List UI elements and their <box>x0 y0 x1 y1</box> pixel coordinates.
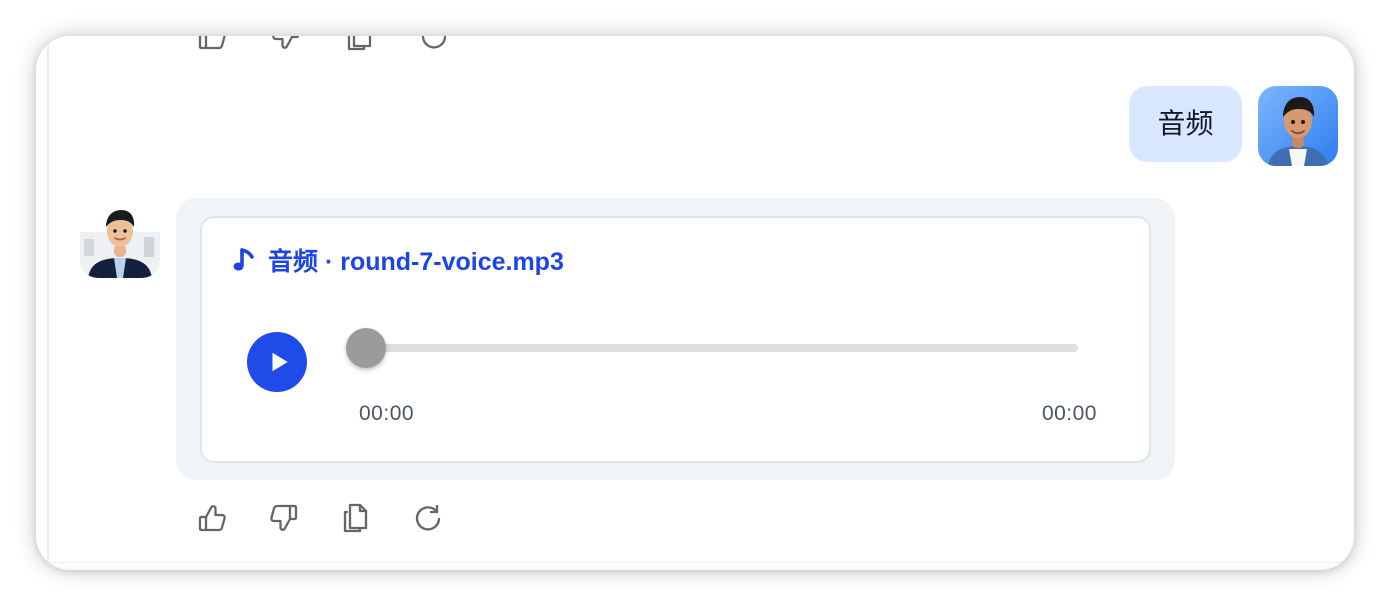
audio-file-name: 音频 · round-7-voice.mp3 <box>268 248 564 276</box>
copy-icon <box>343 503 368 533</box>
play-icon <box>272 352 288 372</box>
play-button[interactable] <box>247 332 307 392</box>
audio-title: 音频 · round-7-voice.mp3 <box>232 242 564 278</box>
thumbs-down-icon <box>272 36 300 49</box>
copy-icon <box>347 36 372 51</box>
previous-message-actions <box>194 36 452 54</box>
chat-window: 音频 音频 · round-7-voice.mp3 00:00 00:00 <box>36 36 1354 570</box>
music-note-icon <box>232 245 256 275</box>
thumbs-up-icon <box>198 36 226 50</box>
user-message-bubble: 音频 <box>1129 86 1242 162</box>
audio-progress-slider[interactable] <box>346 328 1078 368</box>
assistant-message-bubble: 音频 · round-7-voice.mp3 00:00 00:00 <box>176 198 1175 480</box>
copy-button[interactable] <box>338 500 374 536</box>
audio-player-card: 音频 · round-7-voice.mp3 00:00 00:00 <box>200 216 1151 463</box>
audio-duration: 00:00 <box>1041 402 1097 425</box>
audio-current-time: 00:00 <box>359 402 415 425</box>
thumbs-up-button[interactable] <box>194 500 230 536</box>
message-actions <box>194 500 446 536</box>
assistant-avatar <box>80 198 160 278</box>
thumbs-up-button[interactable] <box>194 36 230 54</box>
thumbs-up-icon <box>198 505 226 532</box>
user-avatar <box>1258 86 1338 166</box>
refresh-button[interactable] <box>416 36 452 54</box>
window-edge <box>47 36 49 570</box>
refresh-button[interactable] <box>410 500 446 536</box>
thumbs-down-button[interactable] <box>268 36 304 54</box>
chat-input-divider <box>36 562 1354 570</box>
refresh-icon <box>421 36 447 49</box>
thumbs-down-button[interactable] <box>266 500 302 536</box>
audio-progress-thumb[interactable] <box>346 328 386 368</box>
thumbs-down-icon <box>270 504 298 531</box>
copy-button[interactable] <box>342 36 378 54</box>
refresh-icon <box>415 504 441 531</box>
